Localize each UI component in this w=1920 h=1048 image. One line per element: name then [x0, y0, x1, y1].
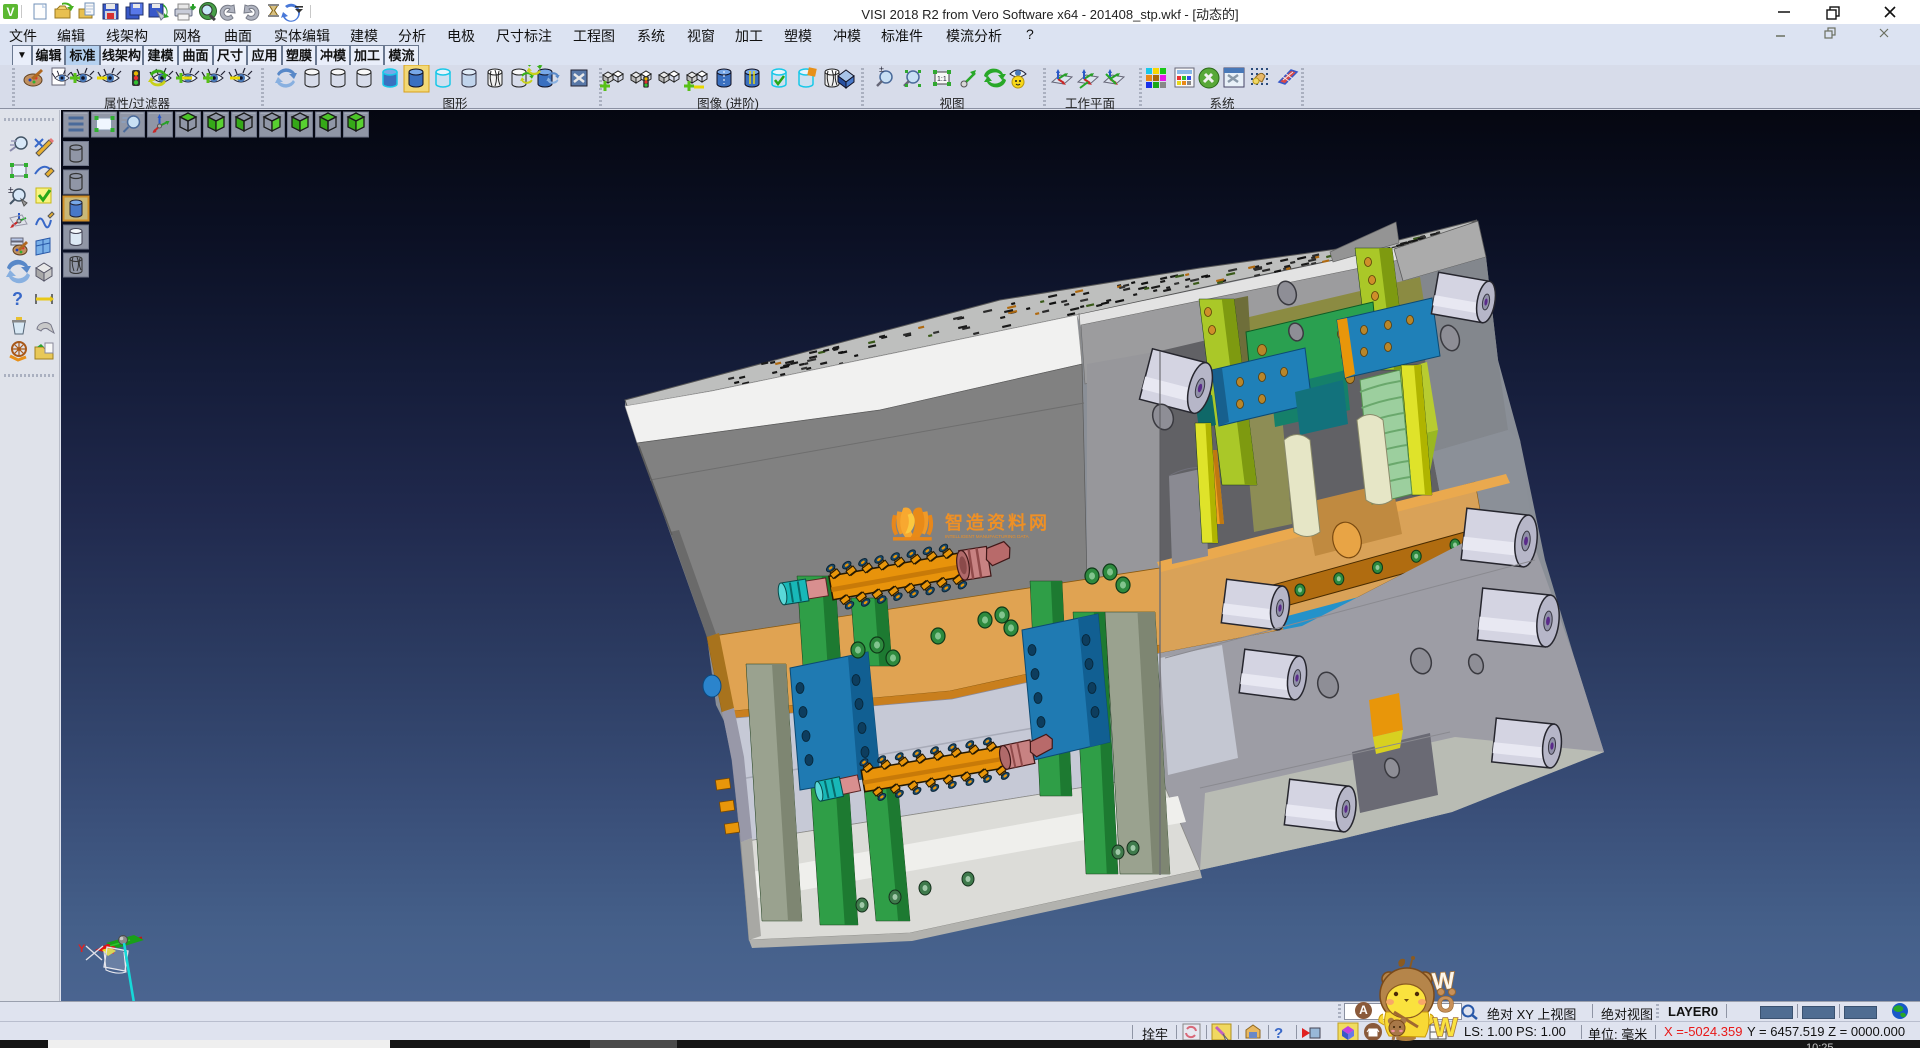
svg-text:?: ? [12, 289, 23, 309]
svg-text:±: ± [879, 65, 884, 74]
svg-text:Y: Y [78, 943, 86, 955]
svg-text:智造资料网: 智造资料网 [945, 512, 1050, 533]
svg-text:V: V [6, 5, 14, 19]
svg-text:W: W [1433, 1012, 1458, 1042]
svg-text:1:1: 1:1 [937, 76, 947, 83]
svg-text:INTELLIGENT MANUFACTURING DATA: INTELLIGENT MANUFACTURING DATA [945, 534, 1030, 539]
